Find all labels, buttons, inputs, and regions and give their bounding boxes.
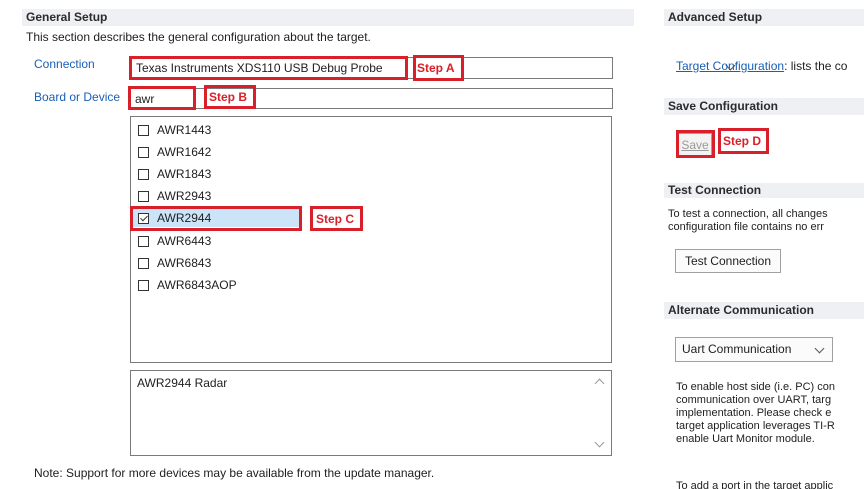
test-connection-button[interactable]: Test Connection [675,249,781,273]
chevron-down-icon [814,343,825,354]
scroll-down-icon[interactable] [594,437,605,448]
general-setup-description: This section describes the general confi… [26,30,371,44]
test-connection-desc-1: To test a connection, all changes [668,208,828,220]
checkbox-icon[interactable] [138,235,149,247]
uart-communication-select[interactable]: Uart Communication [675,337,833,362]
target-configuration-text: : lists the co [784,59,848,73]
device-label: AWR6443 [157,234,212,248]
alternate-desc-3: implementation. Please check e [676,407,832,419]
target-configuration-line: Target Configuration: lists the co [676,59,864,73]
device-label: AWR6843AOP [157,278,237,292]
alternate-desc-1: To enable host side (i.e. PC) con [676,381,835,393]
alternate-desc-2: communication over UART, targ [676,394,832,406]
test-connection-desc-2: configuration file contains no err [668,221,824,233]
checkbox-icon[interactable] [138,257,149,269]
step-d-label: Step D [723,134,762,148]
device-label: AWR6843 [157,256,212,270]
checkbox-icon[interactable] [138,168,149,180]
checkbox-icon[interactable] [138,190,149,202]
device-description-text: AWR2944 Radar [137,376,228,390]
step-a-label: Step A [417,61,455,75]
device-item-awr1843[interactable]: AWR1843 [138,165,211,183]
test-connection-button-label: Test Connection [684,254,772,268]
alternate-desc-4: target application leverages TI-R [676,420,835,432]
checkbox-icon[interactable] [138,124,149,136]
device-item-awr6843aop[interactable]: AWR6843AOP [138,276,237,294]
alternate-communication-title: Alternate Communication [668,303,815,317]
board-filter-input[interactable]: awr [129,88,613,109]
checkbox-icon[interactable] [138,146,149,158]
checkbox-icon[interactable] [138,279,149,291]
device-label: AWR1642 [157,145,212,159]
connection-label: Connection [34,57,95,71]
general-setup-header: General Setup [22,9,634,26]
device-item-awr6443[interactable]: AWR6443 [138,232,211,250]
step-d-save-highlight [676,130,715,158]
alternate-desc-5: enable Uart Monitor module. [676,433,815,445]
board-device-label: Board or Device [34,90,121,104]
update-manager-note: Note: Support for more devices may be av… [34,466,435,480]
test-connection-header: Test Connection [664,183,864,198]
scroll-up-icon[interactable] [594,378,605,389]
device-item-awr1443[interactable]: AWR1443 [138,121,211,139]
alternate-desc-6: To add a port in the target applic [676,480,834,489]
save-configuration-header: Save Configuration [664,98,864,115]
alternate-communication-header: Alternate Communication [664,302,864,319]
step-b-highlight [128,86,196,110]
target-configuration-link[interactable]: Target Configuration [676,59,784,73]
step-c-highlight [130,206,302,231]
test-connection-title: Test Connection [668,183,762,197]
device-label: AWR1843 [157,167,212,181]
device-item-awr1642[interactable]: AWR1642 [138,143,211,161]
step-b-label: Step B [209,90,248,104]
save-configuration-title: Save Configuration [668,99,779,113]
device-label: AWR1443 [157,123,212,137]
device-item-awr2943[interactable]: AWR2943 [138,187,211,205]
advanced-setup-title: Advanced Setup [668,10,763,24]
device-label: AWR2943 [157,189,212,203]
step-a-highlight [129,56,408,80]
uart-communication-value: Uart Communication [682,342,792,356]
device-description-box[interactable]: AWR2944 Radar [130,370,612,456]
device-item-awr6843[interactable]: AWR6843 [138,254,211,272]
advanced-setup-header: Advanced Setup [664,9,864,26]
step-c-label: Step C [316,212,355,226]
general-setup-title: General Setup [26,10,108,24]
